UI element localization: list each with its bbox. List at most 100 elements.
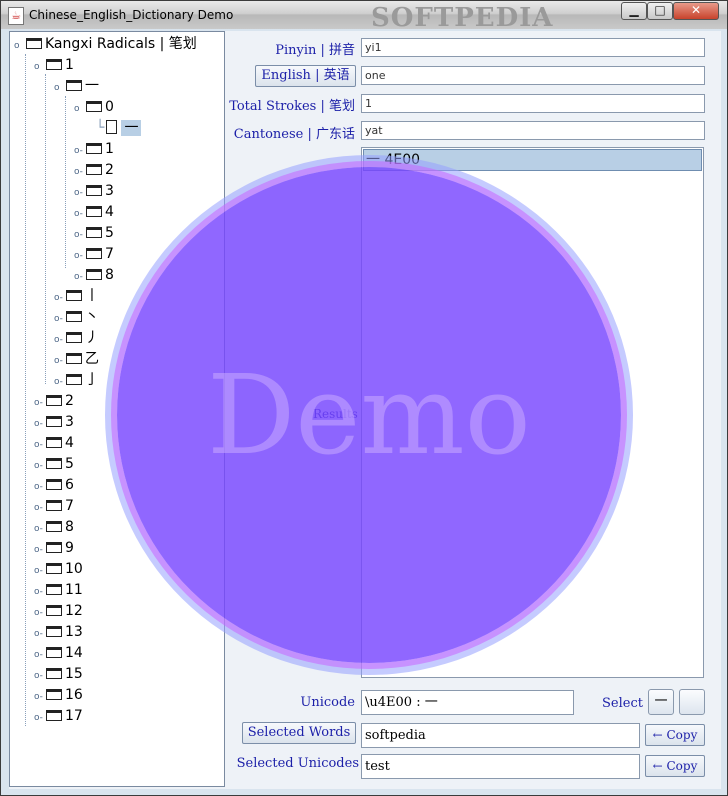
cantonese-label: Cantonese | 广东话 <box>233 127 355 142</box>
folder-icon <box>86 185 102 196</box>
select-label: Select <box>602 696 643 711</box>
folder-icon <box>66 290 82 301</box>
tree-node-radical[interactable]: o- 乙 <box>54 349 99 369</box>
tree-node-radical[interactable]: o- 亅 <box>54 370 99 390</box>
selected-unicodes-field[interactable]: test <box>361 754 640 779</box>
copy-unicodes-button[interactable]: ← Copy <box>645 755 705 777</box>
expand-icon[interactable]: o- <box>54 309 64 329</box>
folder-icon <box>46 710 62 721</box>
tree-node-stroke[interactable]: o- 14 <box>34 643 83 663</box>
file-icon <box>106 120 118 134</box>
expand-icon[interactable]: o- <box>74 183 84 203</box>
unicode-field[interactable]: \u4E00 : 一 <box>361 690 574 715</box>
tree-node-level3[interactable]: o- 8 <box>74 265 114 285</box>
selected-words-button[interactable]: Selected Words <box>242 722 356 744</box>
expand-icon[interactable]: o- <box>74 162 84 182</box>
expand-icon[interactable]: o- <box>34 435 44 455</box>
tree-node-level3[interactable]: o- 7 <box>74 244 114 264</box>
maximize-button[interactable]: □ <box>647 2 673 20</box>
expand-icon[interactable]: o- <box>34 666 44 686</box>
radicals-tree[interactable]: o Kangxi Radicals | 笔划 o1 o一 o0 └ 一 o- 1 o-… <box>9 31 225 787</box>
copy-words-button[interactable]: ← Copy <box>645 724 705 746</box>
tree-node-stroke[interactable]: o- 4 <box>34 433 74 453</box>
collapse-icon[interactable]: o <box>34 57 44 77</box>
minimize-button[interactable]: ▁ <box>621 2 647 20</box>
tree-node-stroke[interactable]: o- 15 <box>34 664 83 684</box>
expand-icon[interactable]: o- <box>34 498 44 518</box>
expand-icon[interactable]: o- <box>74 141 84 161</box>
tree-node-root[interactable]: o Kangxi Radicals | 笔划 <box>14 34 197 54</box>
tree-node-stroke[interactable]: o- 5 <box>34 454 74 474</box>
expand-icon[interactable]: o- <box>34 477 44 497</box>
expand-icon[interactable]: o- <box>54 372 64 392</box>
tree-node-level3[interactable]: o- 2 <box>74 160 114 180</box>
expand-icon[interactable]: o- <box>34 540 44 560</box>
total-strokes-field[interactable]: 1 <box>361 94 705 113</box>
folder-icon <box>46 59 62 70</box>
results-list[interactable]: 一 4E00 <box>361 147 704 678</box>
expand-icon[interactable]: o- <box>34 561 44 581</box>
tree-node-level3[interactable]: o- 4 <box>74 202 114 222</box>
collapse-icon[interactable]: o <box>54 78 64 98</box>
expand-icon[interactable]: o- <box>74 204 84 224</box>
tree-node-stroke[interactable]: o- 3 <box>34 412 74 432</box>
folder-icon <box>86 206 102 217</box>
expand-icon[interactable]: o- <box>74 225 84 245</box>
tree-node-radical[interactable]: o- 丨 <box>54 286 99 306</box>
expand-icon[interactable]: o- <box>34 393 44 413</box>
tree-node-yi[interactable]: o一 <box>54 76 99 96</box>
close-button[interactable]: ✕ <box>673 2 719 20</box>
tree-node-stroke[interactable]: o- 16 <box>34 685 83 705</box>
tree-node-stroke[interactable]: o- 12 <box>34 601 83 621</box>
expand-icon[interactable]: o- <box>34 414 44 434</box>
selected-words-field[interactable]: softpedia <box>361 723 640 748</box>
tree-node-radical[interactable]: o- 丿 <box>54 328 99 348</box>
expand-icon[interactable]: o- <box>74 267 84 287</box>
tree-node-0[interactable]: o0 <box>74 97 114 117</box>
tree-node-stroke[interactable]: o- 2 <box>34 391 74 411</box>
expand-icon[interactable]: o- <box>54 330 64 350</box>
expand-icon[interactable]: o- <box>34 624 44 644</box>
collapse-icon[interactable]: o <box>74 99 84 119</box>
tree-node-level3[interactable]: o- 1 <box>74 139 114 159</box>
expand-icon[interactable]: o- <box>34 645 44 665</box>
folder-icon <box>46 584 62 595</box>
tree-node-stroke[interactable]: o- 11 <box>34 580 83 600</box>
expand-icon[interactable]: o- <box>34 687 44 707</box>
tree-node-stroke[interactable]: o- 10 <box>34 559 83 579</box>
english-field[interactable]: one <box>361 66 705 85</box>
tree-node-radical[interactable]: o- 丶 <box>54 307 99 327</box>
expand-icon[interactable]: o- <box>74 246 84 266</box>
tree-node-stroke[interactable]: o- 7 <box>34 496 74 516</box>
expand-icon[interactable]: o- <box>34 456 44 476</box>
expand-icon[interactable]: o- <box>34 519 44 539</box>
folder-icon <box>66 80 82 91</box>
tree-node-stroke[interactable]: o- 9 <box>34 538 74 558</box>
folder-icon <box>46 395 62 406</box>
expand-icon[interactable]: o- <box>34 603 44 623</box>
main-content: o Kangxi Radicals | 笔划 o1 o一 o0 └ 一 o- 1 o-… <box>9 31 721 789</box>
tree-node-level3[interactable]: o- 5 <box>74 223 114 243</box>
select-char-button[interactable]: 一 <box>648 689 674 715</box>
tree-node-stroke[interactable]: o- 17 <box>34 706 83 726</box>
pinyin-field[interactable]: yi1 <box>361 38 705 57</box>
tree-node-stroke[interactable]: o- 8 <box>34 517 74 537</box>
tree-node-level3[interactable]: o- 3 <box>74 181 114 201</box>
expand-icon[interactable]: o- <box>54 288 64 308</box>
selected-unicodes-label: Selected Unicodes <box>236 756 359 771</box>
collapse-icon[interactable]: o <box>14 36 24 56</box>
result-item[interactable]: 一 4E00 <box>363 149 702 171</box>
english-button[interactable]: English | 英语 <box>255 65 356 87</box>
tree-node-1[interactable]: o1 <box>34 55 74 75</box>
cantonese-field[interactable]: yat <box>361 121 705 140</box>
select-empty-button[interactable] <box>679 689 705 715</box>
folder-icon <box>46 479 62 490</box>
tree-node-stroke[interactable]: o- 6 <box>34 475 74 495</box>
tree-leaf-selected[interactable]: └ 一 <box>96 118 142 138</box>
folder-icon <box>66 332 82 343</box>
expand-icon[interactable]: o- <box>54 351 64 371</box>
tree-node-stroke[interactable]: o- 13 <box>34 622 83 642</box>
expand-icon[interactable]: o- <box>34 708 44 728</box>
expand-icon[interactable]: o- <box>34 582 44 602</box>
folder-icon <box>46 647 62 658</box>
